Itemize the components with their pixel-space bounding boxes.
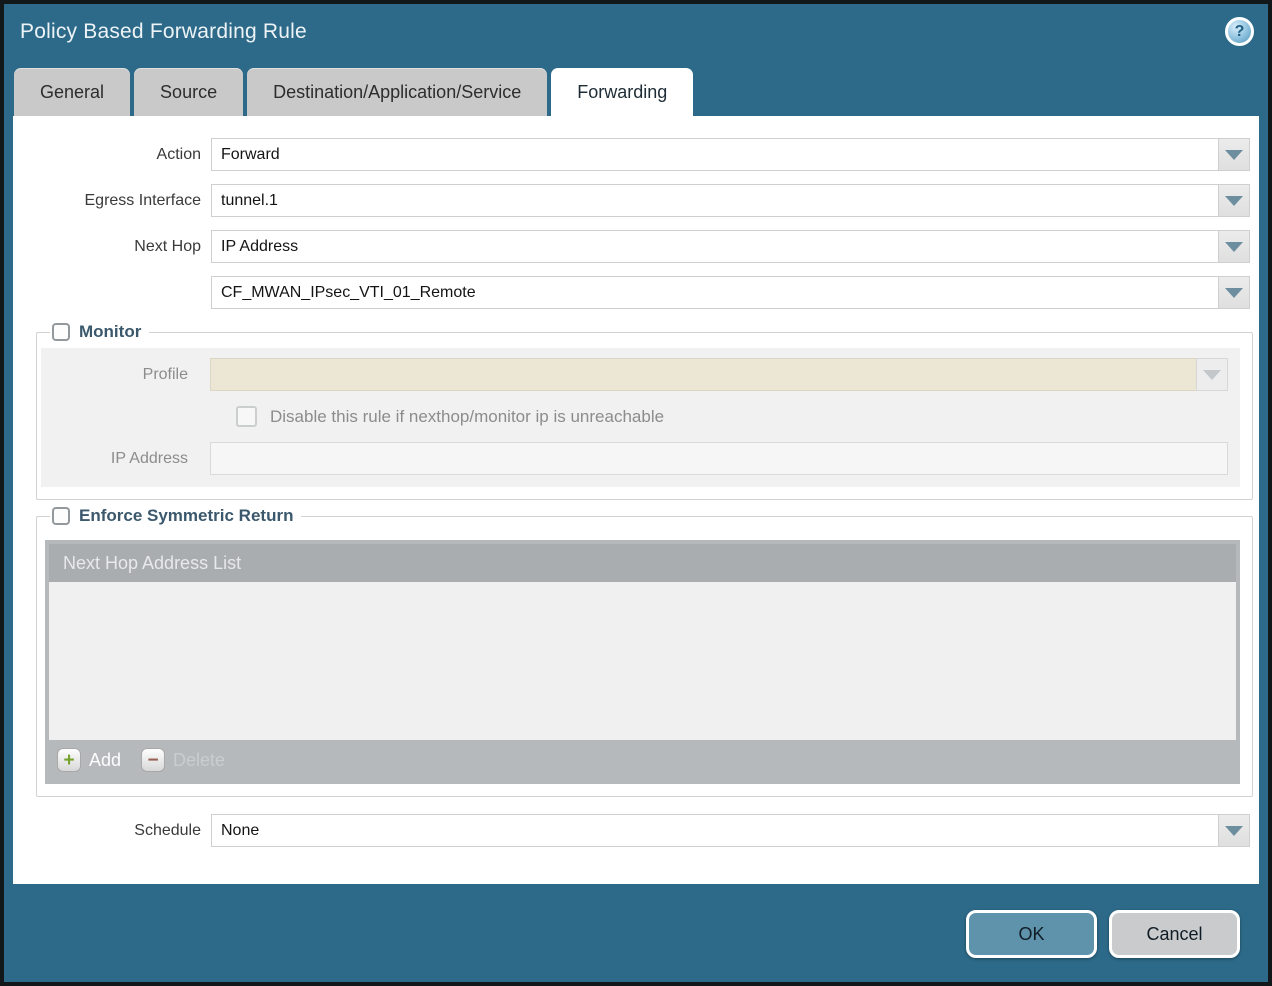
chevron-down-icon: [1225, 242, 1243, 252]
next-hop-address-list-body[interactable]: [49, 582, 1236, 740]
tab-general-label: General: [40, 82, 104, 103]
next-hop-address-list-header: Next Hop Address List: [49, 544, 1236, 582]
chevron-down-icon: [1225, 196, 1243, 206]
action-dropdown-button[interactable]: [1218, 138, 1250, 171]
cancel-button-label: Cancel: [1146, 924, 1202, 945]
forwarding-tab-panel: Action Forward Egress Interface tunnel.1…: [13, 116, 1259, 884]
monitor-legend: Monitor: [50, 322, 149, 342]
tab-bar: General Source Destination/Application/S…: [14, 68, 1258, 116]
monitor-disabled-panel: Profile Disable this rule if nexthop/mon…: [41, 348, 1240, 487]
action-value[interactable]: Forward: [211, 138, 1218, 171]
add-button[interactable]: + Add: [57, 748, 121, 772]
monitor-ip-row: IP Address: [41, 442, 1228, 475]
help-icon[interactable]: ?: [1225, 17, 1254, 46]
next-hop-address-table: Next Hop Address List + Add − Delete: [45, 540, 1240, 784]
enforce-symmetric-return-section: Enforce Symmetric Return Next Hop Addres…: [36, 506, 1253, 797]
minus-icon: −: [141, 748, 165, 772]
tab-general[interactable]: General: [14, 68, 130, 116]
enforce-symmetric-return-label: Enforce Symmetric Return: [79, 506, 293, 526]
next-hop-address-value[interactable]: CF_MWAN_IPsec_VTI_01_Remote: [211, 276, 1218, 309]
egress-interface-row: Egress Interface tunnel.1: [13, 184, 1259, 217]
tab-destination-label: Destination/Application/Service: [273, 82, 521, 103]
tab-destination-application-service[interactable]: Destination/Application/Service: [247, 68, 547, 116]
plus-icon: +: [57, 748, 81, 772]
schedule-select[interactable]: None: [211, 814, 1250, 847]
action-label: Action: [13, 146, 211, 164]
next-hop-dropdown-button[interactable]: [1218, 230, 1250, 263]
monitor-profile-dropdown-button: [1196, 358, 1228, 391]
egress-interface-label: Egress Interface: [13, 192, 211, 210]
schedule-label: Schedule: [13, 822, 211, 840]
help-icon-glyph: ?: [1235, 23, 1245, 41]
monitor-profile-select: [210, 358, 1228, 391]
action-row: Action Forward: [13, 138, 1259, 171]
tab-forwarding[interactable]: Forwarding: [551, 68, 693, 116]
monitor-ip-field-wrap: [210, 442, 1228, 475]
monitor-ip-value: [210, 442, 1228, 475]
monitor-profile-value: [210, 358, 1196, 391]
egress-interface-dropdown-button[interactable]: [1218, 184, 1250, 217]
next-hop-address-list-toolbar: + Add − Delete: [49, 740, 1236, 780]
delete-button[interactable]: − Delete: [141, 748, 225, 772]
next-hop-address-dropdown-button[interactable]: [1218, 276, 1250, 309]
pbf-rule-dialog: Policy Based Forwarding Rule ? General S…: [0, 0, 1272, 986]
tab-forwarding-label: Forwarding: [577, 82, 667, 103]
dialog-title: Policy Based Forwarding Rule: [20, 20, 307, 44]
schedule-row: Schedule None: [13, 814, 1259, 847]
disable-rule-checkbox: [236, 406, 257, 427]
tab-source[interactable]: Source: [134, 68, 243, 116]
tab-source-label: Source: [160, 82, 217, 103]
next-hop-address-select[interactable]: CF_MWAN_IPsec_VTI_01_Remote: [211, 276, 1250, 309]
next-hop-type-value[interactable]: IP Address: [211, 230, 1218, 263]
disable-rule-row: Disable this rule if nexthop/monitor ip …: [236, 406, 1228, 427]
egress-interface-select[interactable]: tunnel.1: [211, 184, 1250, 217]
ok-button[interactable]: OK: [966, 910, 1097, 958]
next-hop-address-list-header-label: Next Hop Address List: [63, 553, 241, 574]
monitor-checkbox[interactable]: [52, 323, 70, 341]
disable-rule-label: Disable this rule if nexthop/monitor ip …: [270, 407, 664, 427]
next-hop-row: Next Hop IP Address: [13, 230, 1259, 263]
monitor-profile-label: Profile: [41, 366, 210, 384]
schedule-dropdown-button[interactable]: [1218, 814, 1250, 847]
chevron-down-icon: [1203, 370, 1221, 380]
cancel-button[interactable]: Cancel: [1109, 910, 1240, 958]
enforce-symmetric-return-legend: Enforce Symmetric Return: [50, 506, 301, 526]
chevron-down-icon: [1225, 826, 1243, 836]
next-hop-type-select[interactable]: IP Address: [211, 230, 1250, 263]
chevron-down-icon: [1225, 288, 1243, 298]
monitor-section: Monitor Profile Disable this rule if nex…: [36, 322, 1253, 500]
monitor-ip-label: IP Address: [41, 450, 210, 468]
monitor-section-label: Monitor: [79, 322, 141, 342]
chevron-down-icon: [1225, 150, 1243, 160]
monitor-profile-row: Profile: [41, 358, 1228, 391]
ok-button-label: OK: [1018, 924, 1044, 945]
delete-button-label: Delete: [173, 750, 225, 771]
add-button-label: Add: [89, 750, 121, 771]
action-select[interactable]: Forward: [211, 138, 1250, 171]
next-hop-address-row: CF_MWAN_IPsec_VTI_01_Remote: [13, 276, 1259, 309]
next-hop-label: Next Hop: [13, 238, 211, 256]
schedule-value[interactable]: None: [211, 814, 1218, 847]
enforce-symmetric-return-checkbox[interactable]: [52, 507, 70, 525]
egress-interface-value[interactable]: tunnel.1: [211, 184, 1218, 217]
